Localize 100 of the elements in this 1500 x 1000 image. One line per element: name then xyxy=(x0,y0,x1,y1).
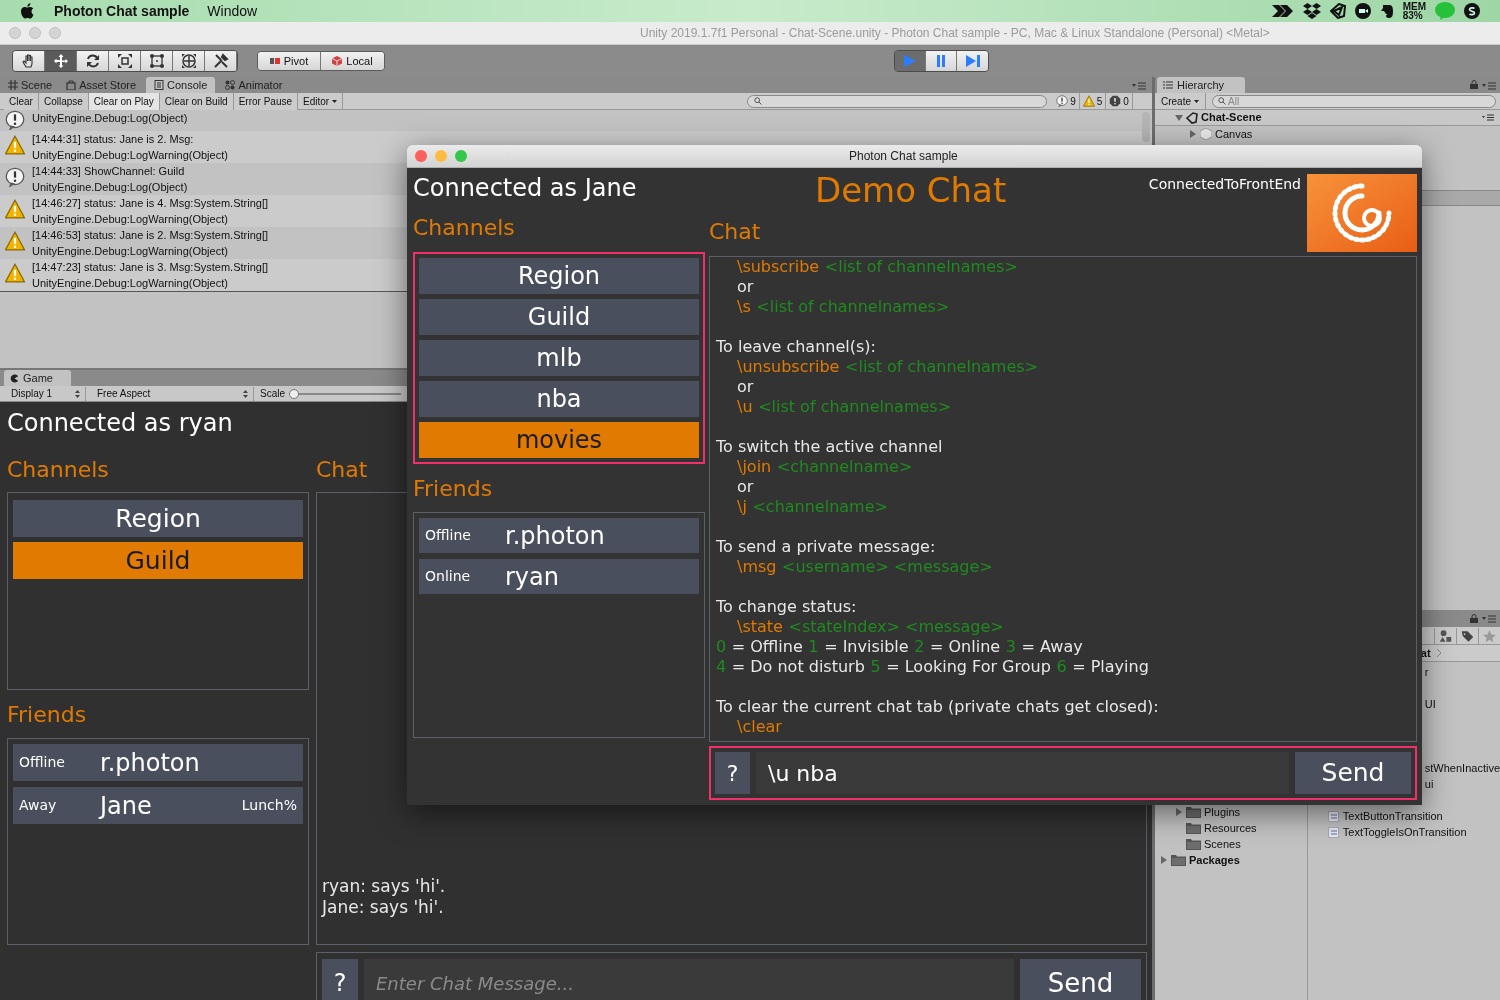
panel-menu-icon[interactable] xyxy=(1482,614,1496,623)
transform-tool-icon xyxy=(180,53,197,69)
double-arrow-icon[interactable] xyxy=(1271,5,1294,17)
channel-button[interactable]: Region xyxy=(419,258,699,294)
channel-button[interactable]: Guild xyxy=(13,542,303,579)
file-item[interactable]: TextToggleIsOnTransition xyxy=(1342,823,1467,841)
error-icon xyxy=(1109,95,1122,107)
panel-tab[interactable]: Console xyxy=(146,77,216,93)
search-icon xyxy=(1218,97,1226,105)
scrollbar[interactable] xyxy=(1142,112,1150,142)
editor-dropdown[interactable]: Editor xyxy=(298,92,344,110)
pivot-button[interactable]: Pivot xyxy=(258,52,321,70)
file-item[interactable]: stWhenInactive xyxy=(1424,759,1500,777)
message-field[interactable]: Enter Chat Message... xyxy=(364,959,1014,1000)
tool-button[interactable] xyxy=(109,51,141,71)
send-button[interactable]: Send xyxy=(1020,959,1141,1000)
caret-icon xyxy=(1194,99,1199,103)
tree-item[interactable]: Chat-Scene xyxy=(1201,109,1262,126)
friend-row[interactable]: Away Jane Lunch% xyxy=(13,787,303,824)
file-item[interactable]: TextButtonTransition xyxy=(1342,807,1443,825)
panel-menu-icon[interactable] xyxy=(1482,114,1494,121)
friend-row[interactable]: Offline r.photon xyxy=(419,518,699,553)
handle-toggle-group[interactable]: Pivot Local xyxy=(257,51,385,71)
log-message: UnityEngine.Debug:Log(Object) xyxy=(32,111,188,126)
rect-tool-icon xyxy=(148,53,165,69)
tool-group[interactable] xyxy=(12,50,238,72)
file-item[interactable]: r xyxy=(1424,663,1429,681)
tool-button[interactable] xyxy=(141,51,173,71)
folder-item[interactable]: Scenes xyxy=(1204,835,1241,853)
tool-button[interactable] xyxy=(13,51,45,71)
message-field[interactable]: \u nba xyxy=(756,752,1289,794)
send-button[interactable]: Send xyxy=(1295,752,1411,794)
tool-button[interactable] xyxy=(205,51,237,71)
expand-arrow-icon[interactable] xyxy=(1175,113,1183,122)
channel-button[interactable]: mlb xyxy=(419,340,699,376)
log-message: [14:47:23] status: Jane is 3. Msg:System.String[] UnityEngine.Debug:LogWarning(Object) xyxy=(32,260,268,291)
animator-tab-icon xyxy=(225,80,236,90)
lock-icon[interactable] xyxy=(1470,80,1478,89)
updown-icon xyxy=(75,389,80,398)
boxes-icon[interactable] xyxy=(1302,3,1321,19)
dropdown[interactable]: Display 1 xyxy=(6,386,86,401)
menu-item[interactable]: Window xyxy=(207,0,258,22)
cube-icon[interactable] xyxy=(1329,3,1346,19)
channel-button[interactable]: movies xyxy=(419,422,699,458)
collapse-arrow-icon[interactable] xyxy=(1160,856,1168,864)
dropdown[interactable]: Free Aspect xyxy=(92,386,254,401)
chat-line: To leave channel(s): xyxy=(716,337,876,357)
collapse-arrow-icon[interactable] xyxy=(1175,808,1183,816)
file-item[interactable]: ui xyxy=(1424,775,1434,793)
chat-line: \join <channelname> xyxy=(736,457,913,477)
folder-item[interactable]: Resources xyxy=(1204,819,1257,837)
folder-item[interactable]: Packages xyxy=(1189,851,1240,869)
chat-line: or xyxy=(736,377,754,397)
panel-menu-icon[interactable] xyxy=(1482,82,1496,90)
lock-icon[interactable] xyxy=(1470,614,1478,623)
slider-thumb[interactable] xyxy=(289,388,299,399)
friend-row[interactable]: Offline r.photon xyxy=(13,744,303,781)
hierarchy-tab[interactable]: Hierarchy xyxy=(1157,77,1245,93)
log-count-toggle[interactable]: 9 xyxy=(1053,92,1080,110)
step-button[interactable] xyxy=(957,51,988,71)
pause-icon xyxy=(936,54,946,68)
help-button[interactable]: ? xyxy=(715,752,750,794)
circle-icon[interactable] xyxy=(1464,3,1480,19)
tool-button[interactable] xyxy=(77,51,109,71)
search-field[interactable] xyxy=(747,94,1048,108)
friend-name: r.photon xyxy=(100,747,200,779)
log-count-toggle[interactable]: 5 xyxy=(1079,92,1107,110)
warning-icon xyxy=(1082,95,1095,107)
memory-value: 83% xyxy=(1402,11,1424,20)
scale-slider[interactable] xyxy=(289,388,401,399)
chat-line: \clear xyxy=(736,717,782,737)
log-count-toggle[interactable]: 0 xyxy=(1106,92,1133,110)
tool-button[interactable] xyxy=(45,51,77,71)
collapse-arrow-icon[interactable] xyxy=(1189,130,1197,138)
chat-line: \s <list of channelnames> xyxy=(736,297,950,317)
friend-row[interactable]: Online ryan xyxy=(419,559,699,594)
close-button[interactable] xyxy=(415,150,427,162)
channel-button[interactable]: Region xyxy=(13,500,303,537)
tree-item[interactable]: Canvas xyxy=(1215,125,1253,143)
pause-button[interactable] xyxy=(926,51,957,71)
chevron-right-icon xyxy=(1436,649,1442,657)
section-heading: Channels xyxy=(7,456,110,484)
playback-controls[interactable] xyxy=(894,50,989,72)
apple-icon[interactable] xyxy=(20,3,34,19)
file-item[interactable]: UI xyxy=(1424,695,1436,713)
app-menu[interactable]: Photon Chat sample xyxy=(54,0,190,22)
info-icon xyxy=(5,110,25,130)
channel-button[interactable]: Guild xyxy=(419,299,699,335)
create-dropdown[interactable]: Create xyxy=(1161,92,1206,110)
tool-button[interactable] xyxy=(173,51,205,71)
panel-menu-icon[interactable] xyxy=(1132,82,1146,90)
pacman-icon xyxy=(10,373,19,383)
camera-icon[interactable] xyxy=(1354,3,1371,19)
chat-line: ryan: says 'hi'. xyxy=(322,876,446,897)
chat-line: 4 = Do not disturb 5 = Looking For Group 6 = Playing xyxy=(716,657,1149,677)
game-tab[interactable]: Game xyxy=(4,370,71,386)
help-button[interactable]: ? xyxy=(322,959,358,1000)
folder-item[interactable]: Plugins xyxy=(1204,803,1241,821)
local-button[interactable]: Local xyxy=(321,52,384,70)
channel-button[interactable]: nba xyxy=(419,381,699,417)
